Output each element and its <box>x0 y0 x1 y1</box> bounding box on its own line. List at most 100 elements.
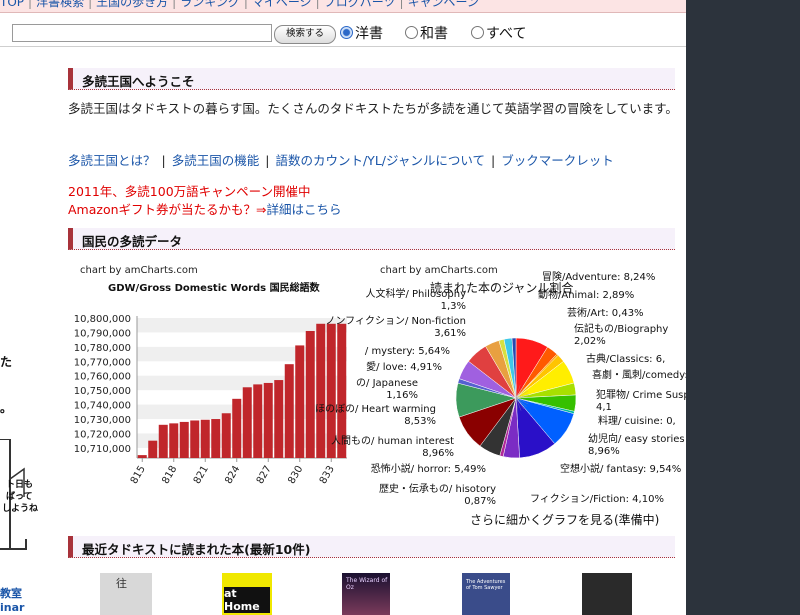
pie-slice-label: 犯罪物/ Crime Suspense4,1 <box>596 388 686 413</box>
right-dark-panel <box>686 0 800 615</box>
info-links: 多読王国とは？ | 多読王国の機能 | 語数のカウント/YL/ジャンルについて | ブックマ… <box>68 150 614 169</box>
campaign-details-link[interactable]: 詳細はこちら <box>267 202 342 217</box>
left-fragment-link[interactable]: 教室 <box>0 585 22 601</box>
pie-slice-label: 芸術/Art: 0,43% <box>567 306 644 319</box>
pie-label-value: 3,61% <box>434 328 466 339</box>
radio-english-books[interactable]: 洋書 <box>340 26 383 42</box>
nav-separator: | <box>172 0 177 9</box>
pie-label-line: 幼児向/ easy stories <box>588 432 685 445</box>
book-cover-text: 往 <box>116 577 127 590</box>
bar <box>232 398 242 458</box>
y-tick-label: 10,780,000 <box>74 343 131 354</box>
pie-slice-label: フィクション/Fiction: 4,10% <box>530 493 664 505</box>
link-word-count[interactable]: 語数のカウント/YL/ジャンルについて <box>275 153 485 168</box>
pie-slice-label: 空想小説/ fantasy: 9,54% <box>560 462 681 475</box>
nav-item-4[interactable]: マイページ <box>252 0 312 9</box>
link-separator: | <box>161 153 166 168</box>
book-cover-1[interactable]: 往 <box>100 573 152 615</box>
intro-paragraph: 多読王国はタドキストの暮らす国。たくさんのタドキストたちが多読を通じて英語学習の… <box>68 101 678 116</box>
radio-label: 洋書 <box>355 26 383 42</box>
y-tick-label: 10,740,000 <box>74 401 131 412</box>
bar <box>211 419 221 458</box>
bar-chart-credit[interactable]: chart by amCharts.com <box>80 265 198 276</box>
pie-slice-label: 料理/ cuisine: 0, <box>598 414 676 427</box>
link-features[interactable]: 多読王国の機能 <box>172 153 260 168</box>
grid-band <box>137 375 347 391</box>
pie-label-value: 0,87% <box>464 496 496 507</box>
nav-separator: | <box>28 0 33 9</box>
radio-japanese-books[interactable]: 和書 <box>405 26 448 42</box>
search-input[interactable] <box>12 24 272 42</box>
bar <box>263 382 273 458</box>
y-tick-label: 10,760,000 <box>74 372 131 383</box>
pie-label-line: 人間もの/ human interest <box>331 435 454 447</box>
nav-separator: | <box>88 0 93 9</box>
section-title-welcome: 多読王国へようこそ <box>68 68 675 90</box>
pie-slice-label: 愛/ love: 4,91% <box>366 360 442 373</box>
nav-item-6[interactable]: キャンペーン <box>408 0 479 9</box>
book-cover-2[interactable]: at Home <box>222 573 272 615</box>
bar <box>200 419 210 458</box>
bar-chart-x-axis: 815 818 821 824 827 830 833 <box>129 458 337 486</box>
pie-slice-label: 歴史・伝承もの/ hisotory 0,87% <box>379 483 496 507</box>
x-tick-label: 821 <box>192 464 211 486</box>
bar-chart-title: GDW/Gross Domestic Words 国民総語数 <box>108 281 321 294</box>
section-title-national-data: 国民の多読データ <box>68 228 675 250</box>
section-title-text: 多読王国へようこそ <box>82 74 195 89</box>
bar <box>169 423 179 458</box>
left-sidebar-fragment: た 。 ト日も ばって しようね 教室 inar <box>0 47 42 615</box>
nav-item-5[interactable]: ブログパーツ <box>324 0 396 9</box>
book-cover-3[interactable]: The Wizard of Oz <box>342 573 390 615</box>
nav-item-3[interactable]: ランキング <box>180 0 240 9</box>
section-title-recent-books: 最近タドキストに読まれた本(最新10件) <box>68 536 675 558</box>
book-cover-5[interactable] <box>582 573 632 615</box>
y-tick-label: 10,770,000 <box>74 357 131 368</box>
pie-label-line: ほのぼの/ Heart warming <box>315 403 436 415</box>
bar <box>305 330 315 458</box>
bar-chart-bands <box>137 318 347 448</box>
radio-dot-icon <box>405 26 418 39</box>
book-cover-4[interactable]: The Adventures of Tom Sawyer <box>462 573 510 615</box>
link-about[interactable]: 多読王国とは？ <box>68 153 156 168</box>
radio-all[interactable]: すべて <box>471 26 526 42</box>
nav-row: TOP | 洋書検索 | 王国の歩き方 | ランキング | マイページ | ブログパーツ | キャンペー… <box>0 0 479 10</box>
pie-slice-label: 伝記もの/Biography 2,02% <box>574 322 668 347</box>
y-tick-label: 10,750,000 <box>74 386 131 397</box>
more-graph-link[interactable]: さらに細かくグラフを見る(準備中) <box>470 512 659 527</box>
left-fragment-text: しようね <box>2 504 39 514</box>
genre-pie-chart: chart by amCharts.com 冒険/Adventure: 8,24… <box>315 265 686 527</box>
x-tick-label: 824 <box>223 464 242 486</box>
pie-label-value: 1,3% <box>441 301 466 312</box>
search-button[interactable]: 検索する <box>274 25 336 44</box>
x-tick-label: 827 <box>255 464 274 486</box>
gdw-bar-chart: chart by amCharts.com GDW/Gross Domestic… <box>74 265 347 486</box>
pie-label-line: 犯罪物/ Crime Suspense <box>596 388 686 401</box>
pie-slice-label: 人間もの/ human interest 8,96% <box>331 435 454 459</box>
campaign-headline: 2011年、多読100万語キャンペーン開催中 <box>68 184 311 199</box>
pie-label-value: 8,96% <box>588 446 620 457</box>
pie-slice-label: 幼児向/ easy stories 8,96% <box>588 432 685 457</box>
pie-slice-label: 恐怖小説/ horror: 5,49% <box>371 462 486 475</box>
x-tick-label: 818 <box>160 464 179 486</box>
nav-item-2[interactable]: 王国の歩き方 <box>96 0 168 9</box>
pie-chart-credit[interactable]: chart by amCharts.com <box>380 265 498 276</box>
top-navigation: TOP | 洋書検索 | 王国の歩き方 | ランキング | マイページ | ブログパーツ | キャンペー… <box>0 0 686 13</box>
radio-dot-icon <box>471 26 484 39</box>
link-bookmarklet[interactable]: ブックマークレット <box>501 153 614 168</box>
y-tick-label: 10,790,000 <box>74 328 131 339</box>
pie-chart-title: 読まれた本のジャンル割合 <box>430 280 573 295</box>
nav-item-1[interactable]: 洋書検索 <box>36 0 84 9</box>
nav-item-0[interactable]: TOP <box>0 0 24 9</box>
grid-band <box>137 433 347 448</box>
bar <box>221 413 231 458</box>
nav-separator: | <box>315 0 320 9</box>
book-cover-text: The Adventures of Tom Sawyer <box>466 579 506 591</box>
x-tick-label: 833 <box>318 464 337 486</box>
pie-label-value: 8,96% <box>422 448 454 459</box>
grid-band <box>137 318 347 333</box>
left-fragment-link[interactable]: inar <box>0 601 24 614</box>
search-bar: 検索する 洋書 和書 すべて <box>0 13 686 47</box>
y-tick-label: 10,730,000 <box>74 415 131 426</box>
pie-label-value: 1,16% <box>386 390 418 401</box>
pie-label-line: の/ Japanese <box>356 378 418 389</box>
